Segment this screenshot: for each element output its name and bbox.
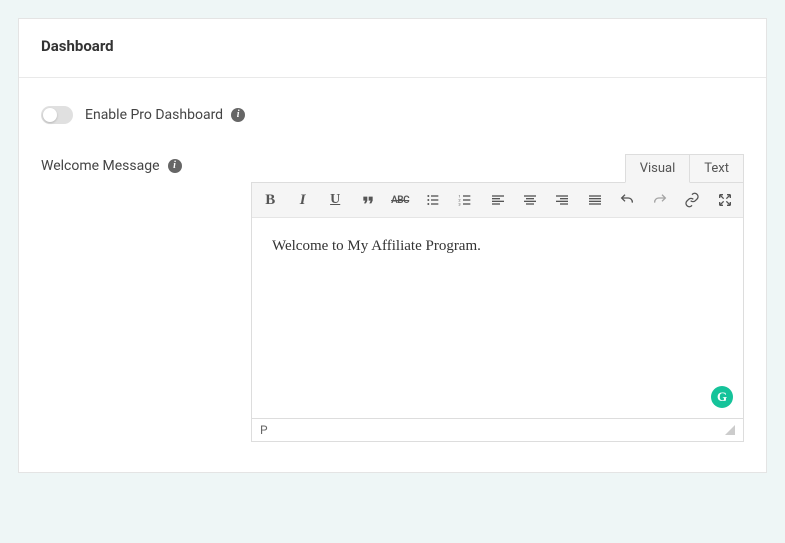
link-icon bbox=[684, 192, 700, 208]
editor-content[interactable]: Welcome to My Affiliate Program. G bbox=[252, 218, 743, 418]
wysiwyg-editor: B I U ABC 123 bbox=[251, 182, 744, 419]
strikethrough-button[interactable]: ABC bbox=[390, 189, 410, 211]
bold-button[interactable]: B bbox=[260, 189, 280, 211]
welcome-message-label: Welcome Message bbox=[41, 158, 160, 174]
numbered-list-button[interactable]: 123 bbox=[455, 189, 475, 211]
editor-element-path: P bbox=[260, 423, 268, 437]
enable-pro-row: Enable Pro Dashboard i bbox=[41, 106, 744, 124]
bullet-list-icon bbox=[425, 192, 441, 208]
tab-text[interactable]: Text bbox=[690, 154, 744, 183]
redo-button[interactable] bbox=[650, 189, 670, 211]
align-left-icon bbox=[490, 192, 506, 208]
editor-content-text: Welcome to My Affiliate Program. bbox=[272, 238, 481, 254]
info-icon[interactable]: i bbox=[168, 159, 182, 173]
blockquote-button[interactable] bbox=[357, 189, 377, 211]
align-left-button[interactable] bbox=[487, 189, 507, 211]
dashboard-settings-panel: Dashboard Enable Pro Dashboard i Welcome… bbox=[18, 18, 767, 473]
enable-pro-toggle[interactable] bbox=[41, 106, 73, 124]
bullet-list-button[interactable] bbox=[422, 189, 442, 211]
underline-button[interactable]: U bbox=[325, 189, 345, 211]
grammarly-badge[interactable]: G bbox=[711, 386, 733, 408]
tab-visual[interactable]: Visual bbox=[625, 154, 691, 183]
editor-tabs: Visual Text bbox=[251, 154, 744, 182]
numbered-list-icon: 123 bbox=[457, 192, 473, 208]
undo-icon bbox=[619, 192, 635, 208]
align-justify-icon bbox=[587, 192, 603, 208]
redo-icon bbox=[652, 192, 668, 208]
align-center-icon bbox=[522, 192, 538, 208]
resize-handle[interactable] bbox=[725, 425, 735, 435]
link-button[interactable] bbox=[682, 189, 702, 211]
align-right-icon bbox=[554, 192, 570, 208]
italic-button[interactable]: I bbox=[292, 189, 312, 211]
align-right-button[interactable] bbox=[552, 189, 572, 211]
panel-body: Enable Pro Dashboard i Welcome Message i… bbox=[19, 78, 766, 442]
align-center-button[interactable] bbox=[520, 189, 540, 211]
svg-text:3: 3 bbox=[458, 201, 460, 206]
fullscreen-button[interactable] bbox=[715, 189, 735, 211]
undo-button[interactable] bbox=[617, 189, 637, 211]
editor-wrap: Visual Text B I U ABC bbox=[251, 154, 744, 442]
welcome-message-label-wrap: Welcome Message i bbox=[41, 154, 251, 174]
quote-icon bbox=[360, 192, 376, 208]
panel-header: Dashboard bbox=[19, 19, 766, 78]
grammarly-icon: G bbox=[717, 389, 727, 405]
fullscreen-icon bbox=[717, 192, 733, 208]
info-icon[interactable]: i bbox=[231, 108, 245, 122]
welcome-message-row: Welcome Message i Visual Text B I U bbox=[41, 154, 744, 442]
editor-statusbar: P bbox=[251, 419, 744, 442]
enable-pro-label: Enable Pro Dashboard bbox=[85, 107, 223, 123]
page-title: Dashboard bbox=[41, 37, 744, 55]
align-justify-button[interactable] bbox=[585, 189, 605, 211]
editor-toolbar: B I U ABC 123 bbox=[252, 183, 743, 218]
